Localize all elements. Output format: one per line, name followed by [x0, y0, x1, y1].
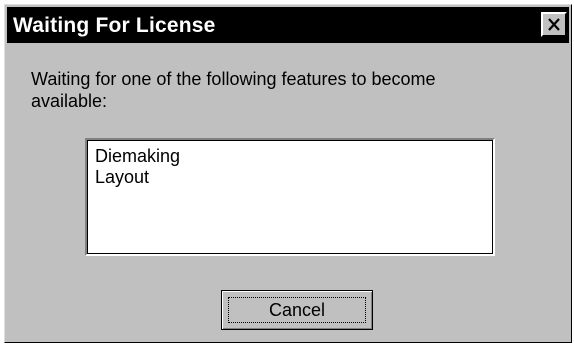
features-listbox[interactable]: Diemaking Layout — [85, 138, 495, 256]
close-button[interactable] — [541, 12, 567, 37]
window-title: Waiting For License — [13, 14, 216, 37]
list-item-layout[interactable]: Layout — [95, 167, 180, 188]
close-icon — [548, 18, 560, 31]
waiting-message: Waiting for one of the following feature… — [31, 69, 436, 111]
title-bar[interactable]: Waiting For License — [7, 7, 569, 43]
list-item-diemaking[interactable]: Diemaking — [95, 146, 180, 167]
cancel-button[interactable]: Cancel — [221, 290, 373, 330]
waiting-for-license-dialog: Waiting For License Waiting for one of t… — [4, 4, 572, 343]
cancel-button-label: Cancel — [268, 300, 326, 320]
